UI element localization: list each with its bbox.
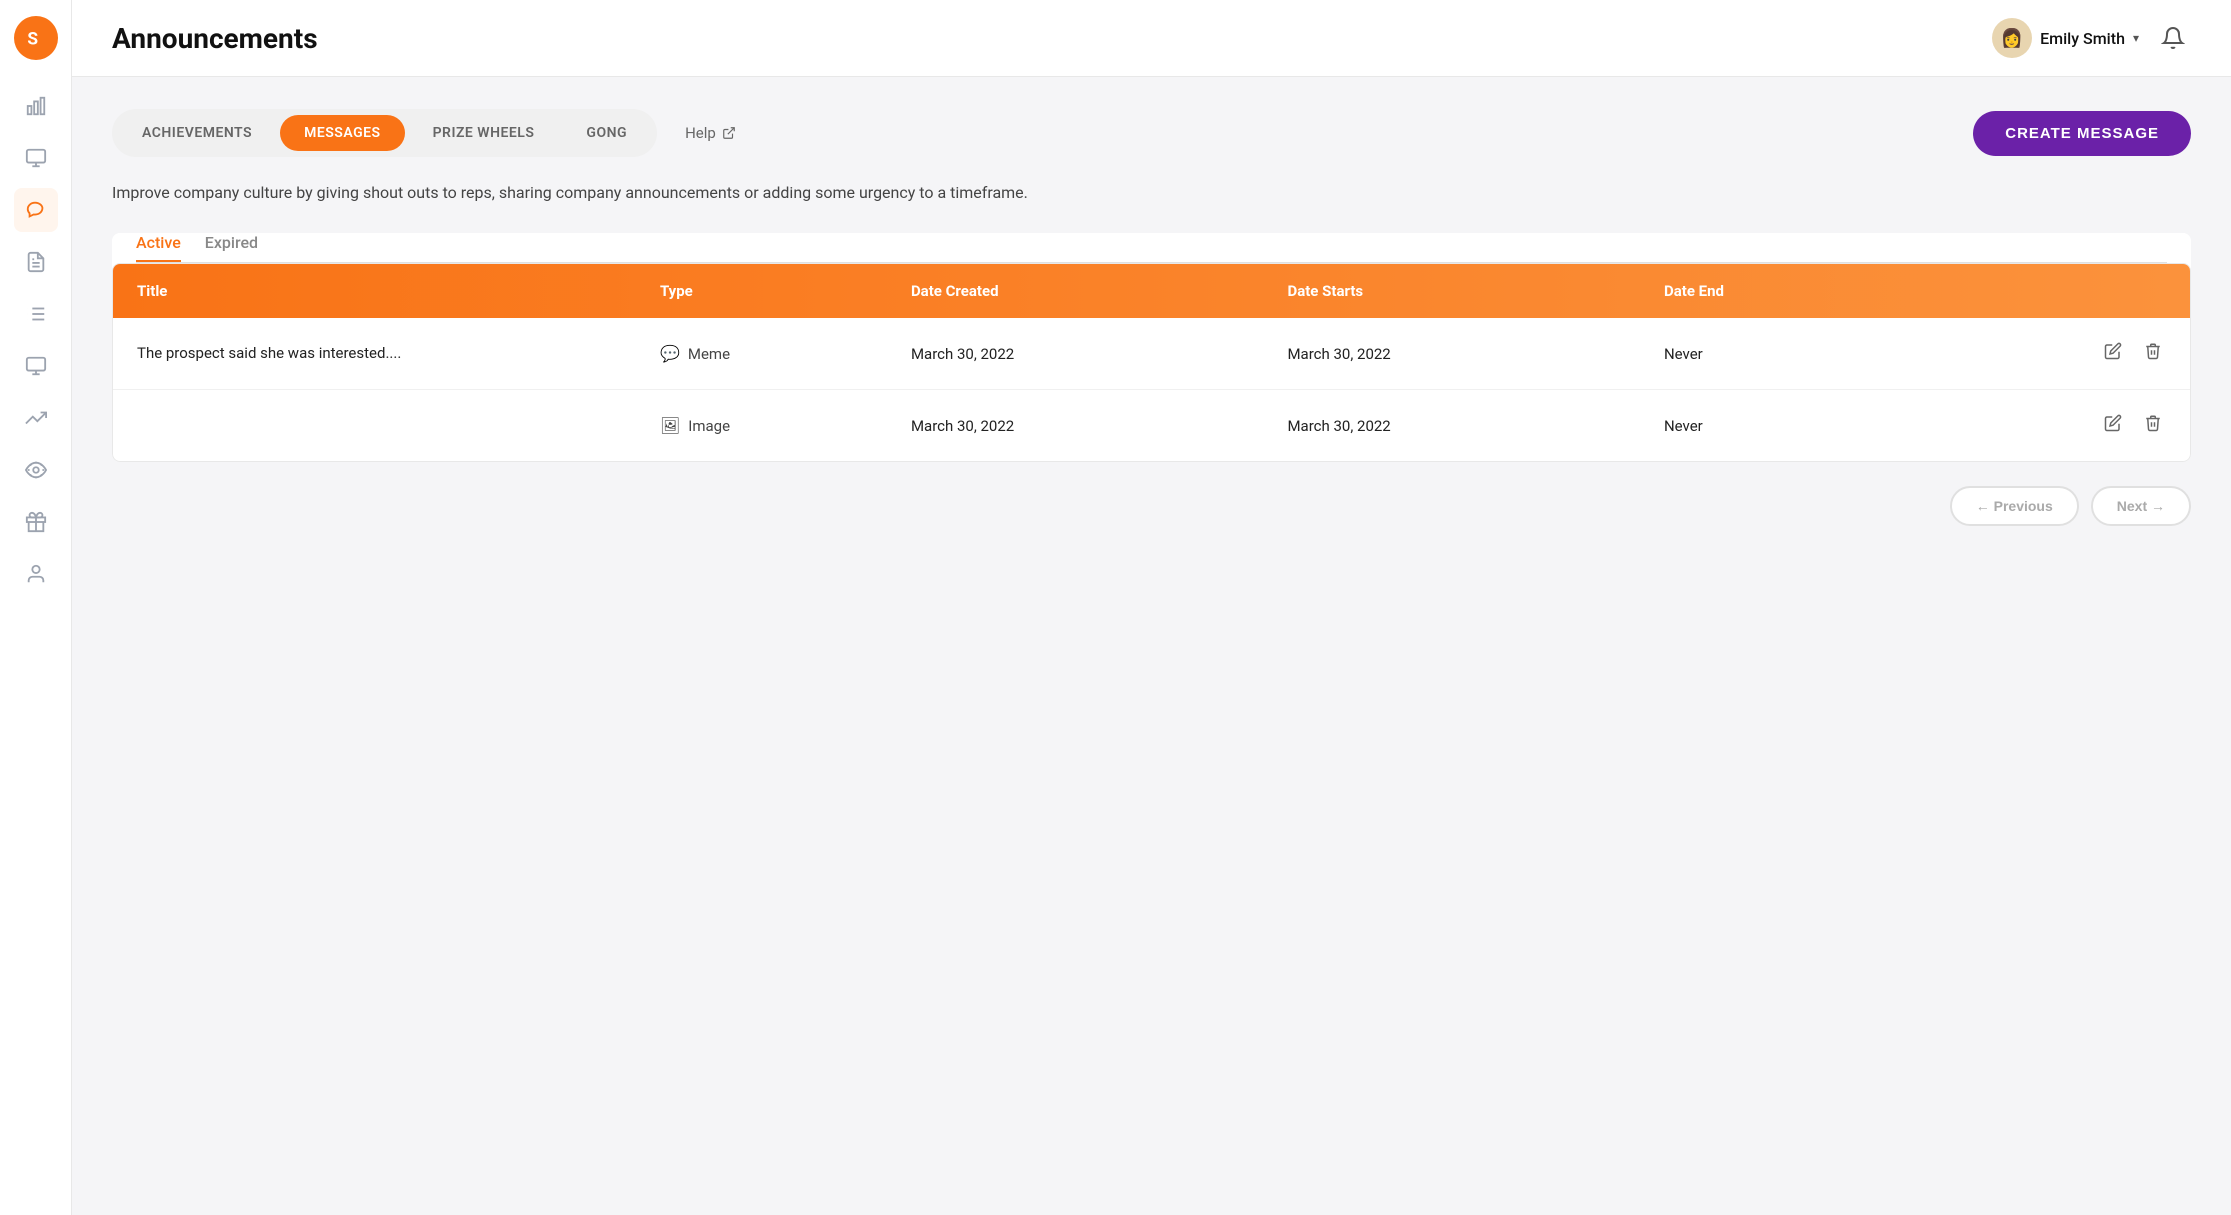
row2-edit-button[interactable] bbox=[2100, 410, 2126, 441]
app-logo[interactable]: S bbox=[14, 16, 58, 60]
help-link[interactable]: Help bbox=[685, 124, 736, 142]
help-label: Help bbox=[685, 124, 716, 142]
table-row: 🖼 Image March 30, 2022 March 30, 2022 Ne… bbox=[113, 390, 2190, 461]
user-name: Emily Smith bbox=[2040, 29, 2125, 48]
sidebar-item-trending[interactable] bbox=[14, 396, 58, 440]
tab-prize-wheels[interactable]: PRIZE WHEELS bbox=[409, 115, 559, 151]
sidebar-item-desktop[interactable] bbox=[14, 344, 58, 388]
tab-achievements[interactable]: ACHIEVEMENTS bbox=[118, 115, 276, 151]
row2-actions bbox=[2040, 410, 2166, 441]
col-header-type: Type bbox=[660, 282, 911, 300]
sidebar-item-dashboard[interactable] bbox=[14, 136, 58, 180]
main-tabs: ACHIEVEMENTS MESSAGES PRIZE WHEELS GONG bbox=[112, 109, 657, 157]
filter-tab-expired[interactable]: Expired bbox=[205, 233, 258, 262]
sidebar-item-announcements[interactable] bbox=[14, 188, 58, 232]
sidebar-item-user[interactable] bbox=[14, 552, 58, 596]
row1-title: The prospect said she was interested.... bbox=[137, 343, 660, 364]
image-icon: 🖼 bbox=[660, 416, 680, 435]
row2-date-end: Never bbox=[1664, 417, 2041, 435]
announcements-section: Active Expired Title Type Date Created D… bbox=[112, 233, 2191, 462]
row1-actions bbox=[2040, 338, 2166, 369]
svg-text:S: S bbox=[27, 30, 38, 50]
table-row: The prospect said she was interested....… bbox=[113, 318, 2190, 390]
tab-navigation: ACHIEVEMENTS MESSAGES PRIZE WHEELS GONG … bbox=[112, 109, 2191, 157]
col-header-title: Title bbox=[137, 282, 660, 300]
row2-type: 🖼 Image bbox=[660, 416, 911, 435]
announcements-table: Title Type Date Created Date Starts Date… bbox=[112, 263, 2191, 462]
row2-type-label: Image bbox=[688, 417, 730, 435]
col-header-actions bbox=[2040, 282, 2166, 300]
main-content: Announcements 👩 Emily Smith ▾ ACHIEVEMEN… bbox=[72, 0, 2231, 1215]
avatar: 👩 bbox=[1992, 18, 2032, 58]
col-header-date-starts: Date Starts bbox=[1287, 282, 1664, 300]
row2-date-created: March 30, 2022 bbox=[911, 417, 1288, 435]
tab-gong[interactable]: GONG bbox=[562, 115, 651, 151]
row1-type-label: Meme bbox=[688, 345, 730, 363]
sidebar-item-list[interactable] bbox=[14, 292, 58, 336]
filter-tabs: Active Expired bbox=[136, 233, 2167, 263]
page-title: Announcements bbox=[112, 22, 318, 55]
tab-messages[interactable]: MESSAGES bbox=[280, 115, 404, 151]
create-message-button[interactable]: CREATE MESSAGE bbox=[1973, 111, 2191, 156]
col-header-date-end: Date End bbox=[1664, 282, 2041, 300]
chevron-down-icon: ▾ bbox=[2133, 31, 2139, 45]
user-info[interactable]: 👩 Emily Smith ▾ bbox=[1992, 18, 2139, 58]
sidebar-item-reports[interactable] bbox=[14, 240, 58, 284]
page-description: Improve company culture by giving shout … bbox=[112, 181, 2191, 205]
row2-date-starts: March 30, 2022 bbox=[1287, 417, 1664, 435]
previous-button[interactable]: ← Previous bbox=[1950, 486, 2079, 526]
row2-delete-button[interactable] bbox=[2140, 410, 2166, 441]
sidebar: S bbox=[0, 0, 72, 1215]
sidebar-item-charts[interactable] bbox=[14, 84, 58, 128]
pagination: ← Previous Next → bbox=[112, 486, 2191, 526]
row1-edit-button[interactable] bbox=[2100, 338, 2126, 369]
row1-delete-button[interactable] bbox=[2140, 338, 2166, 369]
row1-date-end: Never bbox=[1664, 345, 2041, 363]
notification-bell-icon[interactable] bbox=[2155, 20, 2191, 56]
col-header-date-created: Date Created bbox=[911, 282, 1288, 300]
next-button[interactable]: Next → bbox=[2091, 486, 2191, 526]
sidebar-item-eye[interactable] bbox=[14, 448, 58, 492]
filter-tabs-wrapper: Active Expired bbox=[112, 233, 2191, 263]
content-area: ACHIEVEMENTS MESSAGES PRIZE WHEELS GONG … bbox=[72, 77, 2231, 1215]
meme-icon: 💬 bbox=[660, 344, 680, 363]
row1-date-starts: March 30, 2022 bbox=[1287, 345, 1664, 363]
row1-type: 💬 Meme bbox=[660, 344, 911, 363]
filter-tab-active[interactable]: Active bbox=[136, 233, 181, 262]
header: Announcements 👩 Emily Smith ▾ bbox=[72, 0, 2231, 77]
table-header: Title Type Date Created Date Starts Date… bbox=[113, 264, 2190, 318]
sidebar-item-gift[interactable] bbox=[14, 500, 58, 544]
row1-date-created: March 30, 2022 bbox=[911, 345, 1288, 363]
header-right: 👩 Emily Smith ▾ bbox=[1992, 18, 2191, 58]
